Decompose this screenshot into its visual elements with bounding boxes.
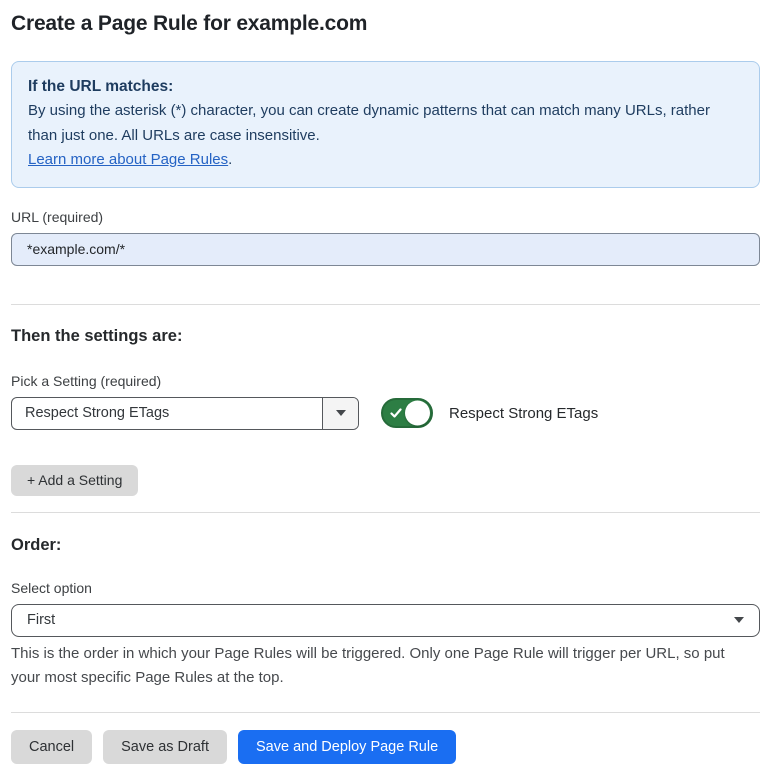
info-box-body: By using the asterisk (*) character, you… (28, 99, 743, 148)
url-input[interactable] (11, 233, 760, 266)
url-match-info-box: If the URL matches: By using the asteris… (11, 61, 760, 188)
toggle-knob (405, 401, 430, 426)
footer-actions: Cancel Save as Draft Save and Deploy Pag… (11, 730, 760, 764)
link-suffix: . (228, 151, 232, 168)
setting-select-arrow-button[interactable] (322, 398, 358, 429)
setting-toggle-label: Respect Strong ETags (449, 405, 598, 422)
page-title: Create a Page Rule for example.com (11, 12, 760, 36)
page-rule-form: Create a Page Rule for example.com If th… (0, 0, 769, 784)
setting-select[interactable]: Respect Strong ETags (11, 397, 359, 430)
order-select-value: First (27, 612, 55, 628)
order-section-heading: Order: (11, 536, 760, 555)
checkmark-icon (390, 407, 402, 419)
learn-more-link[interactable]: Learn more about Page Rules (28, 151, 228, 168)
setting-row: Respect Strong ETags Respect Strong ETag… (11, 397, 760, 430)
chevron-down-icon (336, 410, 346, 416)
info-box-heading: If the URL matches: (28, 75, 743, 99)
settings-section-heading: Then the settings are: (11, 327, 760, 346)
order-select-label: Select option (11, 580, 760, 596)
setting-picker-label: Pick a Setting (required) (11, 373, 760, 389)
section-divider (11, 512, 760, 513)
order-help-text: This is the order in which your Page Rul… (11, 642, 756, 691)
cancel-button[interactable]: Cancel (11, 730, 92, 764)
section-divider (11, 304, 760, 305)
chevron-down-icon (734, 617, 744, 623)
setting-select-value: Respect Strong ETags (12, 398, 322, 429)
save-as-draft-button[interactable]: Save as Draft (103, 730, 227, 764)
order-select[interactable]: First (11, 604, 760, 637)
info-box-link-line: Learn more about Page Rules. (28, 148, 743, 172)
url-field-label: URL (required) (11, 209, 760, 225)
footer-divider (11, 712, 760, 713)
save-and-deploy-button[interactable]: Save and Deploy Page Rule (238, 730, 456, 764)
add-setting-button[interactable]: + Add a Setting (11, 465, 138, 496)
setting-toggle[interactable] (381, 398, 433, 428)
